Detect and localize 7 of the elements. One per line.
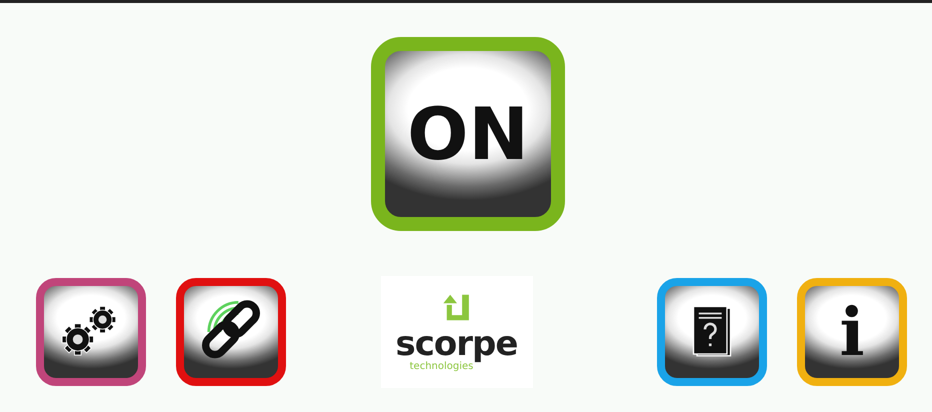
on-button[interactable]: ON	[371, 37, 565, 231]
info-button[interactable]: i	[797, 278, 907, 386]
help-button[interactable]	[657, 278, 767, 386]
logo-name: scorpe	[396, 326, 518, 360]
link-button[interactable]	[176, 278, 286, 386]
settings-button[interactable]	[36, 278, 146, 386]
logo-tagline: technologies	[410, 360, 474, 372]
